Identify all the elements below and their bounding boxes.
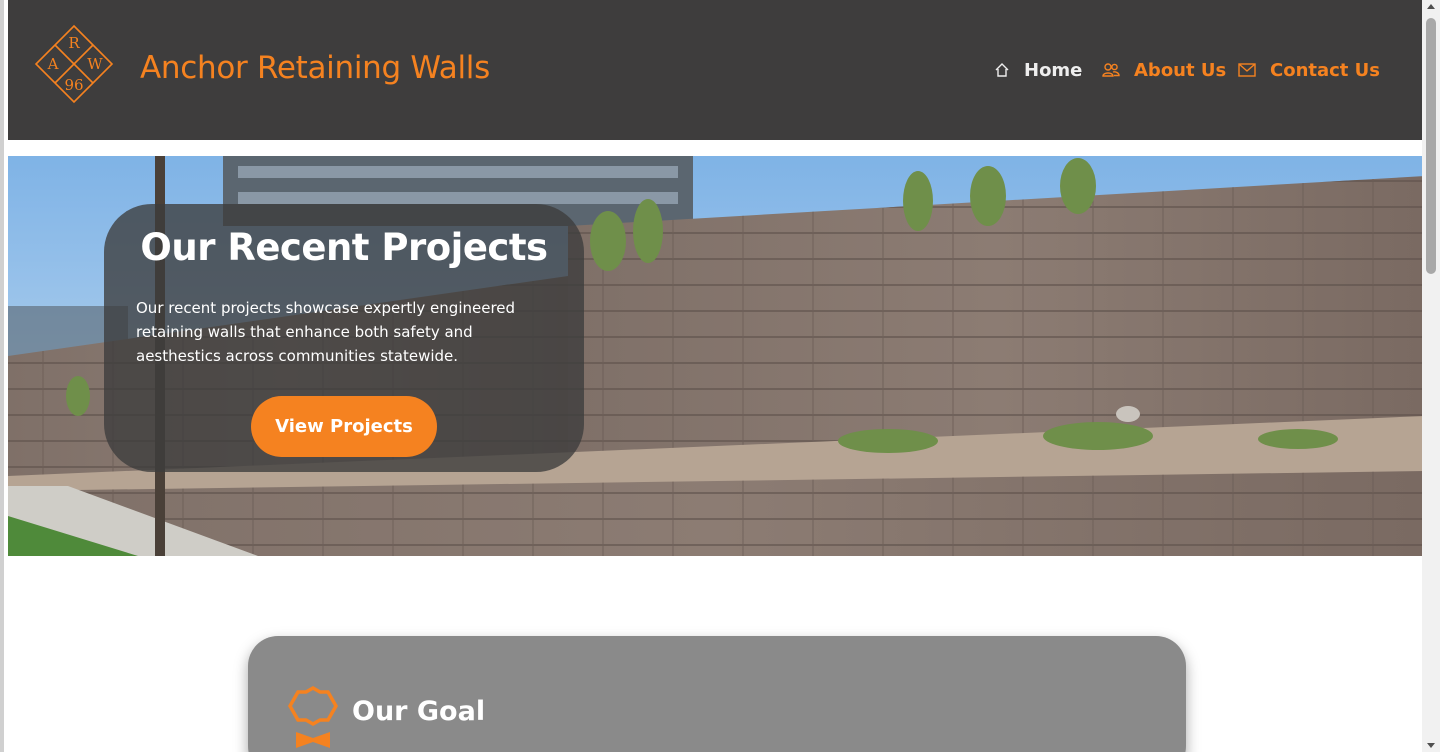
logo-letter-w: W [87,55,103,73]
award-ribbon-icon [287,685,339,752]
scrollbar[interactable] [1422,0,1440,752]
goal-card: Our Goal [248,636,1186,752]
goal-title: Our Goal [352,696,486,727]
nav-about-us[interactable]: About Us [1102,58,1226,82]
logo-letter-a: A [47,55,59,73]
nav-home-label: Home [1024,59,1083,81]
scrollbar-thumb[interactable] [1426,18,1436,274]
scroll-down-arrow-icon[interactable] [1427,743,1435,748]
hero-banner: Our Recent Projects Our recent projects … [8,156,1425,556]
users-icon [1102,62,1120,78]
logo-number: 96 [64,76,83,94]
nav-contact-label: Contact Us [1270,59,1381,81]
nav-contact-us[interactable]: Contact Us [1238,58,1380,82]
page: R A W 96 Anchor Retaining Walls Home Abo… [0,0,1440,752]
hero-title: Our Recent Projects [140,226,548,269]
hero-card: Our Recent Projects Our recent projects … [104,204,584,472]
brand-name[interactable]: Anchor Retaining Walls [140,50,490,86]
nav-about-label: About Us [1134,59,1227,81]
view-projects-button[interactable]: View Projects [251,396,437,457]
mail-icon [1238,63,1256,77]
logo-icon[interactable]: R A W 96 [34,24,114,104]
logo-letter-r: R [68,34,80,52]
hero-description: Our recent projects showcase expertly en… [136,299,516,365]
home-icon [994,62,1010,78]
scroll-up-arrow-icon[interactable] [1427,4,1435,9]
nav-home[interactable]: Home [994,58,1082,82]
site-header: R A W 96 Anchor Retaining Walls Home Abo… [8,0,1425,140]
